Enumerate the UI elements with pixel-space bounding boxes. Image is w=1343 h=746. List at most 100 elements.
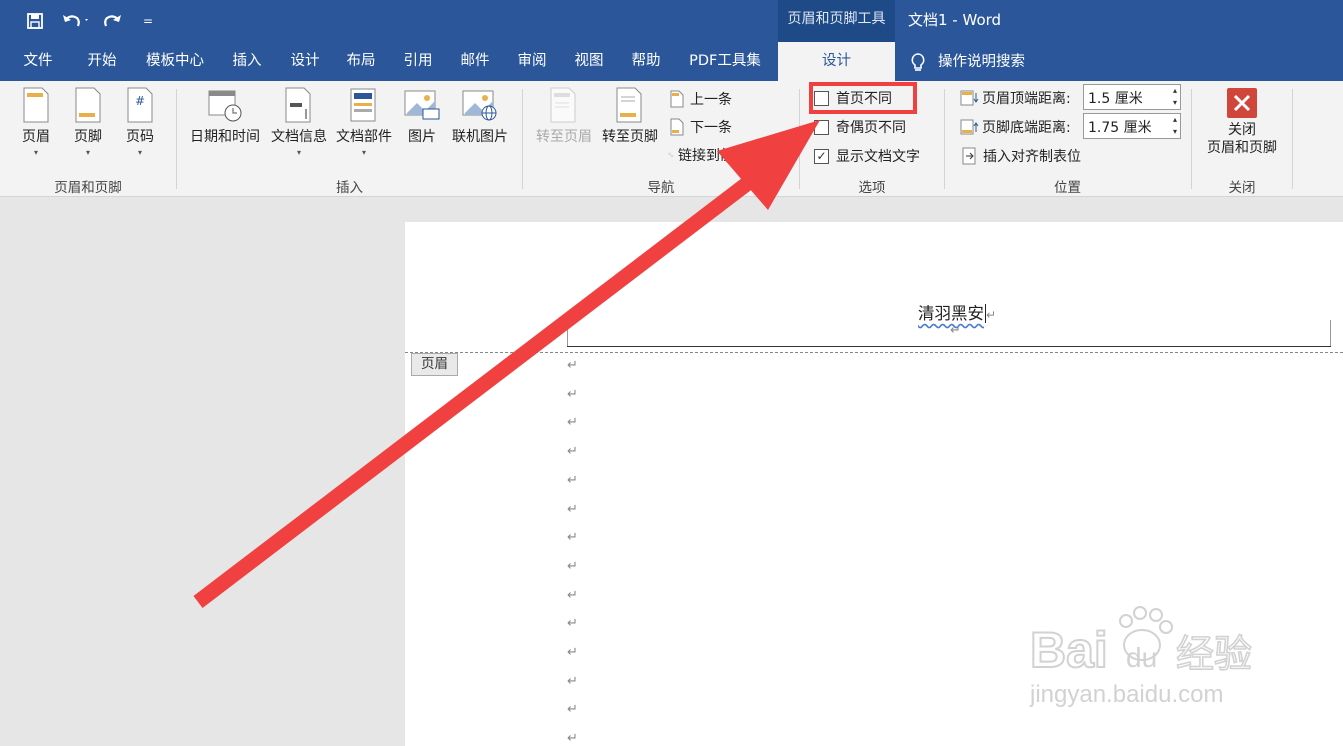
insert-alignment-tab-label: 插入对齐制表位 bbox=[983, 149, 1081, 165]
tab-insert[interactable]: 插入 bbox=[222, 42, 272, 81]
tab-view[interactable]: 视图 bbox=[564, 42, 614, 81]
group-label-position: 位置 bbox=[1054, 180, 1081, 196]
save-icon[interactable] bbox=[22, 8, 48, 34]
chevron-down-icon: ▾ bbox=[33, 148, 38, 157]
paragraph-mark: ↵ bbox=[567, 558, 578, 574]
tab-template-center[interactable]: 模板中心 bbox=[138, 42, 212, 81]
footer-bottom-distance-input[interactable]: 1.75 厘米 ▴ ▾ bbox=[1083, 113, 1181, 139]
link-icon bbox=[668, 152, 674, 158]
close-header-footer-button[interactable]: 关闭 页眉和页脚 bbox=[1198, 87, 1286, 169]
previous-label: 上一条 bbox=[690, 92, 732, 108]
group-separator bbox=[799, 89, 800, 189]
footer-label: 页脚 bbox=[74, 129, 102, 145]
customize-qat-icon[interactable]: = bbox=[140, 8, 156, 34]
tab-help[interactable]: 帮助 bbox=[621, 42, 671, 81]
ribbon-tab-bar: 文件 开始 模板中心 插入 设计 布局 引用 邮件 审阅 视图 帮助 PDF工具… bbox=[0, 42, 1343, 81]
chevron-down-icon: ▾ bbox=[137, 148, 142, 157]
group-label-header-footer: 页眉和页脚 bbox=[54, 180, 122, 196]
header-tag: 页眉 bbox=[411, 353, 458, 376]
svg-text:Bai: Bai bbox=[1030, 622, 1108, 678]
header-text-content: 清羽黑安 bbox=[918, 304, 984, 323]
margin-guide bbox=[567, 320, 568, 346]
quick-parts-button[interactable]: 文档部件 ▾ bbox=[332, 87, 396, 169]
goto-footer-icon bbox=[616, 87, 642, 123]
goto-header-label: 转至页眉 bbox=[536, 129, 592, 145]
footer-button[interactable]: 页脚 ▾ bbox=[66, 87, 110, 169]
footer-bottom-distance-label: 页脚底端距离: bbox=[982, 120, 1071, 136]
paragraph-mark: ↵ bbox=[986, 308, 997, 322]
chevron-down-icon: ▾ bbox=[85, 148, 90, 157]
goto-header-button[interactable]: 转至页眉 bbox=[532, 87, 596, 169]
group-label-insert: 插入 bbox=[336, 180, 363, 196]
document-info-label: 文档信息 bbox=[271, 129, 327, 145]
paragraph-mark: ↵ bbox=[567, 587, 578, 603]
group-separator bbox=[522, 89, 523, 189]
footer-icon bbox=[75, 87, 101, 123]
page-number-label: 页码 bbox=[126, 129, 154, 145]
date-time-button[interactable]: 日期和时间 bbox=[186, 87, 264, 169]
header-label: 页眉 bbox=[22, 129, 50, 145]
spinner-arrows-icon[interactable]: ▴ ▾ bbox=[1173, 114, 1177, 138]
paragraph-mark: ↵ bbox=[567, 731, 578, 746]
header-top-distance-input[interactable]: 1.5 厘米 ▴ ▾ bbox=[1083, 84, 1181, 110]
goto-header-icon bbox=[550, 87, 576, 123]
header-text[interactable]: 清羽黑安 ↵ bbox=[918, 300, 996, 324]
header-border-line bbox=[567, 346, 1331, 347]
title-bar: = 页眉和页脚工具 文档1 - Word bbox=[0, 0, 1343, 42]
insert-alignment-tab-button[interactable]: 插入对齐制表位 bbox=[961, 144, 1081, 168]
tab-home[interactable]: 开始 bbox=[76, 42, 128, 81]
paragraph-mark: ↵ bbox=[567, 472, 578, 488]
show-document-text-checkbox[interactable]: ✓ 显示文档文字 bbox=[814, 144, 920, 168]
online-picture-button[interactable]: 联机图片 bbox=[448, 87, 512, 169]
footer-bottom-distance-label-row: 页脚底端距离: bbox=[959, 115, 1071, 139]
tell-me-search[interactable]: 操作说明搜索 bbox=[910, 42, 1045, 81]
close-icon bbox=[1227, 88, 1257, 118]
tab-layout[interactable]: 布局 bbox=[336, 42, 386, 81]
link-to-previous-label: 链接到前一节 bbox=[678, 148, 762, 164]
tab-pdf-tools[interactable]: PDF工具集 bbox=[680, 42, 770, 81]
link-to-previous-button[interactable]: 链接到前一节 bbox=[668, 143, 762, 167]
annotation-highlight-box bbox=[809, 82, 917, 114]
baidu-jingyan-watermark: Bai du 经验 jingyan.baidu.com bbox=[1029, 605, 1270, 719]
lightbulb-icon bbox=[911, 52, 925, 71]
redo-icon[interactable] bbox=[100, 8, 126, 34]
header-top-distance-label-row: 页眉顶端距离: bbox=[959, 86, 1071, 110]
group-label-close: 关闭 bbox=[1228, 180, 1256, 196]
document-info-icon bbox=[285, 87, 311, 123]
svg-text:du: du bbox=[1126, 642, 1157, 673]
goto-footer-button[interactable]: 转至页脚 bbox=[598, 87, 662, 169]
paragraph-mark: ↵ bbox=[567, 673, 578, 689]
chevron-down-icon: ▾ bbox=[296, 148, 301, 157]
paragraph-mark: ↵ bbox=[567, 444, 578, 460]
paragraph-mark: ↵ bbox=[567, 616, 578, 632]
header-button[interactable]: 页眉 ▾ bbox=[14, 87, 58, 169]
picture-button[interactable]: 图片 bbox=[402, 87, 442, 169]
paragraph-mark: ↵ bbox=[567, 386, 578, 402]
tab-file[interactable]: 文件 bbox=[12, 42, 64, 81]
next-button[interactable]: 下一条 bbox=[668, 115, 732, 139]
tab-header-footer-design[interactable]: 设计 bbox=[778, 42, 895, 81]
group-label-options: 选项 bbox=[858, 180, 886, 196]
paragraph-mark: ↵ bbox=[567, 358, 578, 373]
alignment-tab-icon bbox=[962, 147, 976, 165]
document-info-button[interactable]: 文档信息 ▾ bbox=[268, 87, 330, 169]
tab-mailings[interactable]: 邮件 bbox=[450, 42, 500, 81]
paragraph-mark: ↵ bbox=[567, 702, 578, 718]
page-number-button[interactable]: # 页码 ▾ bbox=[118, 87, 162, 169]
tab-design[interactable]: 设计 bbox=[280, 42, 330, 81]
spinner-arrows-icon[interactable]: ▴ ▾ bbox=[1173, 85, 1177, 109]
different-odd-even-label: 奇偶页不同 bbox=[836, 120, 906, 136]
header-boundary bbox=[405, 352, 1343, 353]
tab-references[interactable]: 引用 bbox=[393, 42, 443, 81]
paragraph-mark: ↵ bbox=[567, 530, 578, 546]
previous-button[interactable]: 上一条 bbox=[668, 87, 732, 111]
group-separator bbox=[944, 89, 945, 189]
header-top-icon bbox=[960, 90, 979, 106]
tab-review[interactable]: 审阅 bbox=[507, 42, 557, 81]
page-number-icon: # bbox=[127, 87, 153, 123]
watermark-url: jingyan.baidu.com bbox=[1030, 681, 1224, 708]
group-separator bbox=[176, 89, 177, 189]
quick-parts-label: 文档部件 bbox=[336, 129, 392, 145]
undo-icon[interactable] bbox=[58, 8, 94, 34]
different-odd-even-checkbox[interactable]: 奇偶页不同 bbox=[814, 115, 906, 139]
